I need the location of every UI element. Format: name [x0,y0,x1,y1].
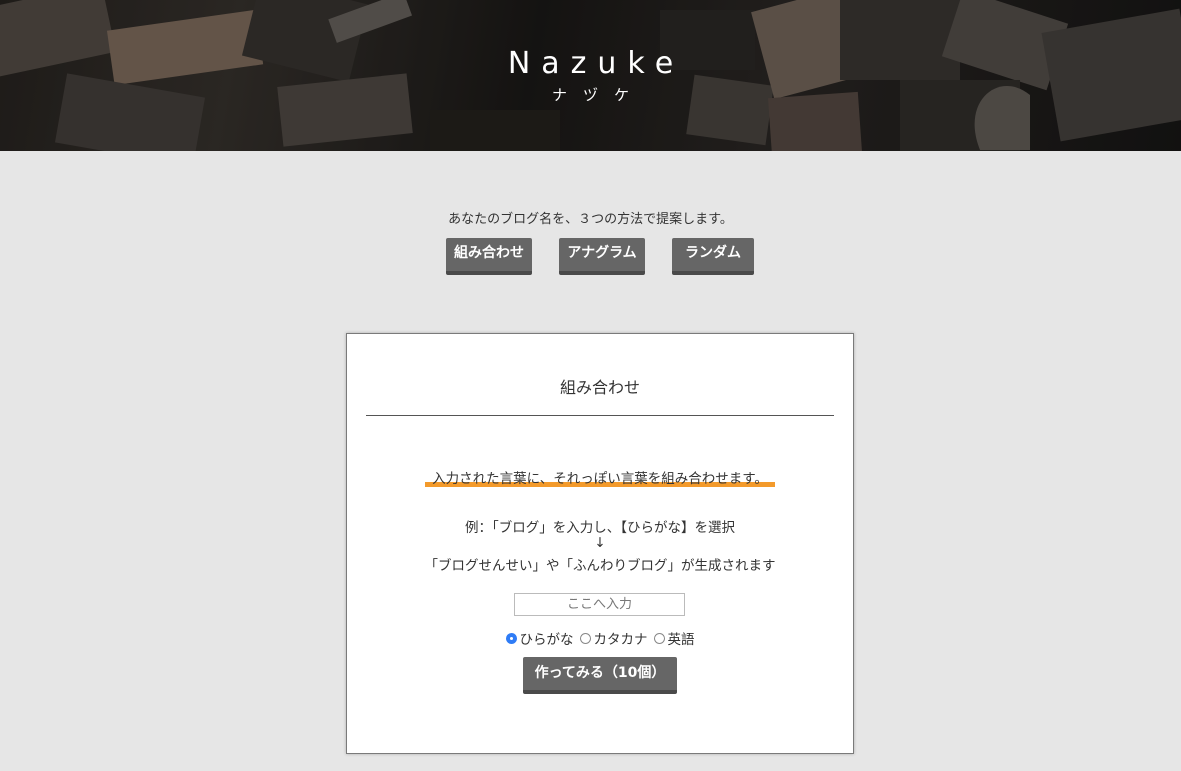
word-input[interactable] [514,593,685,616]
intro-text: あなたのブログ名を、３つの方法で提案します。 [448,212,733,227]
radio-hiragana-label: ひらがな [519,632,574,648]
mode-button-anagram[interactable]: アナグラム [559,238,645,275]
radio-english-dot[interactable] [653,632,665,644]
combination-card: 組み合わせ 入力された言葉に、それっぽい言葉を組み合わせます。 例：「ブログ」を… [346,333,854,754]
radio-katakana-dot[interactable] [579,632,591,644]
generate-button[interactable]: 作ってみる（10個） [523,657,677,694]
radio-english[interactable]: 英語 [653,628,695,648]
example-line-1: 例：「ブログ」を入力し、【ひらがな】を選択 [465,520,735,536]
site-title: Nazuke [507,46,685,81]
radio-katakana[interactable]: カタカナ [579,628,648,648]
radio-katakana-label: カタカナ [593,632,648,648]
radio-hiragana-dot[interactable] [505,632,517,644]
radio-english-label: 英語 [667,632,695,648]
example-arrow: ↓ [594,535,606,551]
script-radio-group: ひらがな カタカナ 英語 [347,628,853,648]
card-title: 組み合わせ [559,378,640,397]
mode-button-random[interactable]: ランダム [672,238,754,275]
card-divider [366,415,834,416]
example-line-2: 「ブログせんせい」や「ふんわりブログ」が生成されます [424,558,776,574]
card-lead-text: 入力された言葉に、それっぽい言葉を組み合わせます。 [432,471,768,487]
site-subtitle: ナヅケ [551,86,645,104]
header-banner: Nazuke ナヅケ [0,0,1181,151]
radio-hiragana[interactable]: ひらがな [505,628,574,648]
mode-button-combination[interactable]: 組み合わせ [446,238,532,275]
